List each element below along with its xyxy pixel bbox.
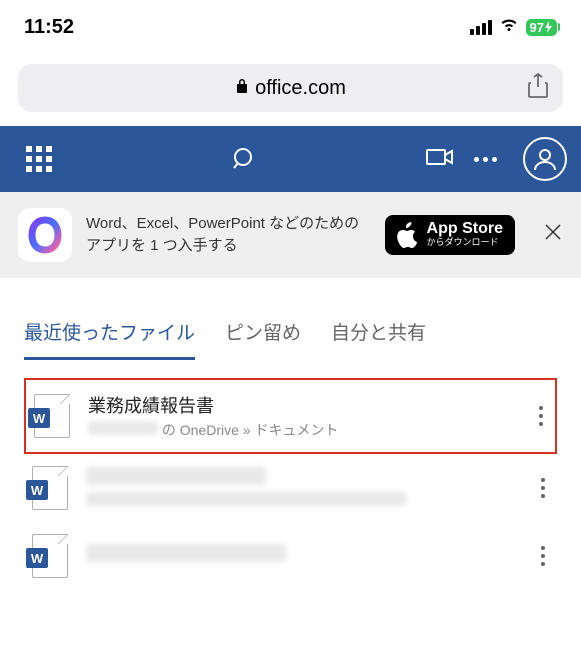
app-launcher-button[interactable] bbox=[14, 146, 64, 172]
status-time: 11:52 bbox=[24, 16, 74, 39]
tab-pinned[interactable]: ピン留め bbox=[225, 318, 301, 360]
file-tabs: 最近使ったファイル ピン留め 自分と共有 bbox=[0, 278, 581, 360]
status-icons: 97 bbox=[470, 17, 557, 38]
file-location: の OneDrive » ドキュメント bbox=[88, 420, 517, 440]
cellular-signal-icon bbox=[470, 20, 492, 35]
wifi-icon bbox=[499, 17, 519, 38]
file-name: 業務成績報告書 bbox=[88, 392, 517, 418]
waffle-icon bbox=[26, 146, 52, 172]
office-app-icon bbox=[18, 208, 72, 262]
search-button[interactable] bbox=[64, 146, 426, 172]
file-list: W 業務成績報告書 の OneDrive » ドキュメント W W bbox=[0, 360, 581, 590]
url-text: office.com bbox=[255, 77, 346, 100]
close-promo-button[interactable] bbox=[543, 221, 563, 249]
word-file-icon: W bbox=[32, 534, 68, 578]
tab-shared[interactable]: 自分と共有 bbox=[331, 318, 426, 360]
word-file-icon: W bbox=[34, 394, 70, 438]
file-row[interactable]: W 業務成績報告書 の OneDrive » ドキュメント bbox=[24, 378, 557, 454]
browser-url-bar[interactable]: office.com bbox=[18, 64, 563, 112]
file-more-button[interactable] bbox=[537, 546, 549, 566]
file-row[interactable]: W bbox=[24, 522, 557, 590]
appstore-label-top: App Store bbox=[427, 221, 503, 237]
status-bar: 11:52 97 bbox=[0, 0, 581, 50]
promo-text: Word、Excel、PowerPoint などのためのアプリを 1 つ入手する bbox=[86, 213, 371, 258]
user-avatar-button[interactable] bbox=[523, 137, 567, 181]
app-header bbox=[0, 126, 581, 192]
share-button[interactable] bbox=[527, 73, 549, 104]
file-row[interactable]: W bbox=[24, 454, 557, 522]
search-icon bbox=[232, 146, 258, 172]
app-promo-banner: Word、Excel、PowerPoint などのためのアプリを 1 つ入手する… bbox=[0, 192, 581, 278]
lock-icon bbox=[235, 77, 249, 100]
video-meeting-button[interactable] bbox=[426, 147, 454, 172]
word-file-icon: W bbox=[32, 466, 68, 510]
apple-icon bbox=[395, 221, 419, 249]
tab-recent[interactable]: 最近使ったファイル bbox=[24, 318, 195, 360]
file-name bbox=[86, 467, 519, 490]
close-icon bbox=[543, 222, 563, 242]
file-location bbox=[86, 492, 519, 509]
video-icon bbox=[426, 147, 454, 167]
battery-indicator: 97 bbox=[526, 19, 557, 36]
file-name bbox=[86, 544, 519, 567]
person-icon bbox=[532, 146, 558, 172]
file-more-button[interactable] bbox=[537, 478, 549, 498]
more-options-button[interactable] bbox=[474, 157, 497, 162]
file-more-button[interactable] bbox=[535, 406, 547, 426]
appstore-label-bottom: からダウンロード bbox=[427, 237, 503, 249]
appstore-download-button[interactable]: App Store からダウンロード bbox=[385, 215, 515, 255]
